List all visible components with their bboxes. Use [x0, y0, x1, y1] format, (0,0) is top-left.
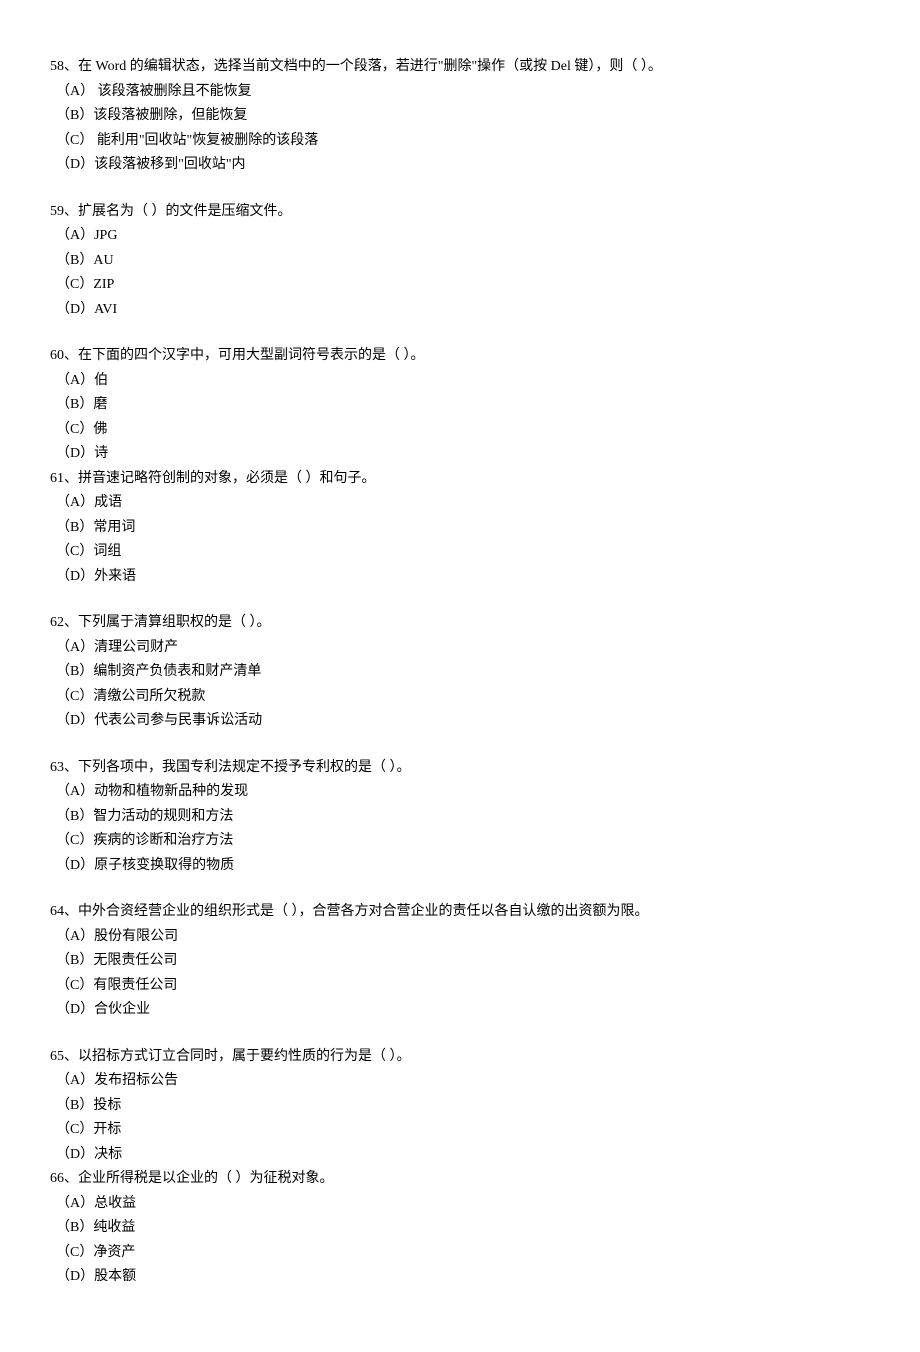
question-q64: 64、中外合资经营企业的组织形式是（ ），合营各方对合营企业的责任以各自认缴的出…	[50, 900, 870, 1023]
question-text: 62、下列属于清算组职权的是（ ）。	[50, 611, 870, 636]
question-text: 61、拼音速记略符创制的对象，必须是（ ）和句子。	[50, 467, 870, 492]
question-text: 65、以招标方式订立合同时，属于要约性质的行为是（ ）。	[50, 1045, 870, 1070]
question-q59: 59、扩展名为（ ）的文件是压缩文件。（A）JPG（B）AU（C）ZIP（D）A…	[50, 200, 870, 323]
question-option: （A）伯	[50, 369, 870, 394]
document-content: 58、在 Word 的编辑状态，选择当前文档中的一个段落，若进行"删除"操作（或…	[50, 55, 870, 1290]
question-option: （C） 能利用"回收站"恢复被删除的该段落	[50, 129, 870, 154]
question-q63: 63、下列各项中，我国专利法规定不授予专利权的是（ ）。（A）动物和植物新品种的…	[50, 756, 870, 879]
question-option: （A）动物和植物新品种的发现	[50, 780, 870, 805]
question-option: （B）纯收益	[50, 1216, 870, 1241]
question-option: （D）股本额	[50, 1265, 870, 1290]
question-option: （D）原子核变换取得的物质	[50, 854, 870, 879]
question-option: （A）总收益	[50, 1192, 870, 1217]
question-option: （D）诗	[50, 442, 870, 467]
question-text: 59、扩展名为（ ）的文件是压缩文件。	[50, 200, 870, 225]
question-text: 63、下列各项中，我国专利法规定不授予专利权的是（ ）。	[50, 756, 870, 781]
question-option: （A）股份有限公司	[50, 925, 870, 950]
question-option: （C）佛	[50, 418, 870, 443]
question-option: （B）磨	[50, 393, 870, 418]
question-text: 60、在下面的四个汉字中，可用大型副词符号表示的是（ ）。	[50, 344, 870, 369]
question-text: 58、在 Word 的编辑状态，选择当前文档中的一个段落，若进行"删除"操作（或…	[50, 55, 870, 80]
question-option: （B）无限责任公司	[50, 949, 870, 974]
question-text: 66、企业所得税是以企业的（ ）为征税对象。	[50, 1167, 870, 1192]
question-option: （D）代表公司参与民事诉讼活动	[50, 709, 870, 734]
question-option: （A）清理公司财产	[50, 636, 870, 661]
question-option: （A）发布招标公告	[50, 1069, 870, 1094]
question-option: （A） 该段落被删除且不能恢复	[50, 80, 870, 105]
question-option: （C）疾病的诊断和治疗方法	[50, 829, 870, 854]
question-option: （B）该段落被删除，但能恢复	[50, 104, 870, 129]
question-option: （B）常用词	[50, 516, 870, 541]
question-option: （C）词组	[50, 540, 870, 565]
question-option: （D）外来语	[50, 565, 870, 590]
question-option: （C）ZIP	[50, 273, 870, 298]
question-option: （D）AVI	[50, 298, 870, 323]
question-option: （B）AU	[50, 249, 870, 274]
question-option: （C）清缴公司所欠税款	[50, 685, 870, 710]
question-text: 64、中外合资经营企业的组织形式是（ ），合营各方对合营企业的责任以各自认缴的出…	[50, 900, 870, 925]
question-option: （D）该段落被移到"回收站"内	[50, 153, 870, 178]
question-q65: 65、以招标方式订立合同时，属于要约性质的行为是（ ）。（A）发布招标公告（B）…	[50, 1045, 870, 1168]
question-option: （C）开标	[50, 1118, 870, 1143]
question-q66: 66、企业所得税是以企业的（ ）为征税对象。（A）总收益（B）纯收益（C）净资产…	[50, 1167, 870, 1290]
question-option: （A）JPG	[50, 224, 870, 249]
question-option: （A）成语	[50, 491, 870, 516]
question-option: （B）编制资产负债表和财产清单	[50, 660, 870, 685]
question-q62: 62、下列属于清算组职权的是（ ）。（A）清理公司财产（B）编制资产负债表和财产…	[50, 611, 870, 734]
question-option: （C）净资产	[50, 1241, 870, 1266]
question-q60: 60、在下面的四个汉字中，可用大型副词符号表示的是（ ）。（A）伯（B）磨（C）…	[50, 344, 870, 467]
question-option: （D）合伙企业	[50, 998, 870, 1023]
question-q58: 58、在 Word 的编辑状态，选择当前文档中的一个段落，若进行"删除"操作（或…	[50, 55, 870, 178]
question-option: （B）智力活动的规则和方法	[50, 805, 870, 830]
question-option: （B）投标	[50, 1094, 870, 1119]
question-q61: 61、拼音速记略符创制的对象，必须是（ ）和句子。（A）成语（B）常用词（C）词…	[50, 467, 870, 590]
question-option: （D）决标	[50, 1143, 870, 1168]
question-option: （C）有限责任公司	[50, 974, 870, 999]
